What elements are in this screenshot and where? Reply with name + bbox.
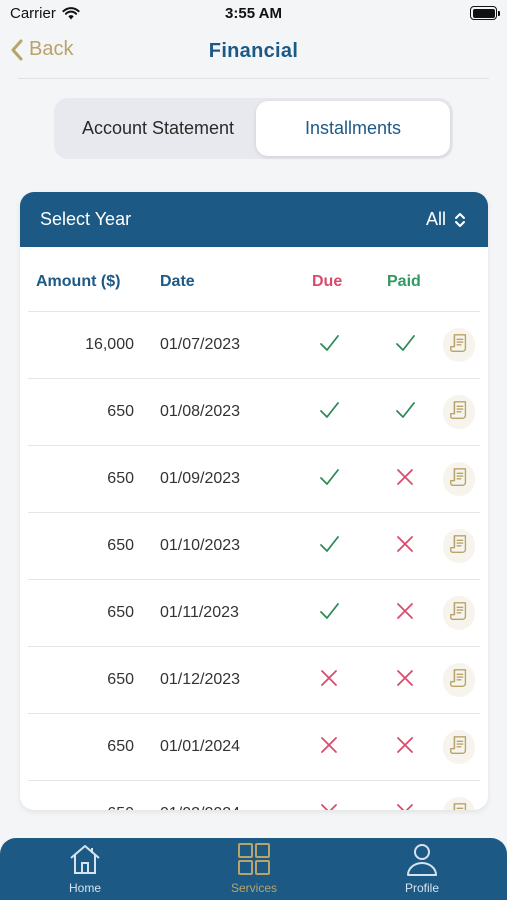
home-icon (70, 845, 100, 874)
chevron-up-down-icon (455, 212, 465, 227)
due-check-icon (318, 600, 340, 622)
installment-row: 650 01/08/2023 (28, 378, 480, 445)
segment-account-statement[interactable]: Account Statement (58, 101, 258, 156)
table-header: Amount ($) Date Due Paid (20, 247, 488, 311)
status-time: 3:55 AM (225, 5, 282, 22)
row-date: 01/02/2024 (160, 805, 240, 810)
receipt-icon (448, 667, 470, 694)
person-icon (407, 844, 437, 876)
nav-bar: Back Financial (0, 30, 507, 76)
row-date: 01/07/2023 (160, 336, 241, 353)
due-cross-icon (318, 801, 340, 810)
segmented-control: Account Statement Installments (54, 98, 453, 159)
row-amount: 650 (107, 403, 134, 420)
year-select[interactable]: All (426, 209, 466, 230)
receipt-icon (448, 466, 470, 493)
receipt-icon (448, 399, 470, 426)
installment-row: 650 01/11/2023 (28, 579, 480, 646)
page-title: Financial (208, 40, 299, 62)
tab-profile[interactable]: Profile (372, 842, 472, 895)
installment-row: 650 01/10/2023 (28, 512, 480, 579)
installment-row: 650 01/02/2024 (28, 780, 480, 810)
due-check-icon (318, 399, 340, 421)
row-date: 01/11/2023 (160, 604, 239, 621)
tab-services-label: Services (230, 881, 277, 895)
receipt-button[interactable] (443, 663, 475, 697)
battery-icon (470, 6, 500, 20)
header-paid: Paid (387, 273, 421, 290)
header-due: Due (312, 273, 343, 290)
due-cross-icon (318, 667, 340, 689)
row-amount: 650 (107, 604, 134, 621)
row-date: 01/10/2023 (160, 537, 241, 554)
installment-row: 650 01/09/2023 (28, 445, 480, 512)
receipt-icon (448, 332, 470, 359)
installment-row: 16,000 01/07/2023 (28, 311, 480, 378)
receipt-button[interactable] (443, 328, 475, 362)
installments-list: 16,000 01/07/2023 650 01/08/2023 650 01/09/20… (20, 311, 488, 810)
due-check-icon (318, 533, 340, 555)
paid-cross-icon (394, 667, 416, 689)
receipt-button[interactable] (443, 596, 475, 630)
status-bar: Carrier 3:55 AM (0, 0, 507, 28)
installment-row: 650 01/01/2024 (28, 713, 480, 780)
due-cross-icon (318, 734, 340, 756)
tab-services[interactable]: Services (204, 842, 304, 895)
row-amount: 650 (107, 537, 134, 554)
paid-cross-icon (394, 734, 416, 756)
row-date: 01/01/2024 (160, 738, 241, 755)
row-amount: 650 (107, 805, 134, 810)
row-amount: 16,000 (85, 336, 134, 353)
due-check-icon (318, 332, 340, 354)
paid-cross-icon (394, 801, 416, 810)
receipt-button[interactable] (443, 797, 475, 810)
paid-cross-icon (394, 466, 416, 488)
receipt-icon (448, 801, 470, 810)
year-filter-header: Select Year All (20, 192, 488, 247)
grid-icon (238, 843, 270, 875)
tab-home-label: Home (68, 881, 101, 895)
installment-row: 650 01/12/2023 (28, 646, 480, 713)
receipt-icon (448, 600, 470, 627)
select-year-label: Select Year (40, 209, 132, 229)
tab-home[interactable]: Home (35, 842, 135, 895)
receipt-button[interactable] (443, 395, 475, 429)
installments-card: Select Year All Amount ($) Date Due Paid… (20, 192, 488, 810)
row-amount: 650 (107, 738, 134, 755)
tab-bar: Home Services Profile (0, 838, 507, 900)
header-amount: Amount ($) (36, 273, 121, 290)
header-date: Date (160, 273, 195, 290)
row-date: 01/09/2023 (160, 470, 241, 487)
receipt-button[interactable] (443, 730, 475, 764)
row-amount: 650 (107, 470, 134, 487)
receipt-button[interactable] (443, 529, 475, 563)
receipt-icon (448, 533, 470, 560)
paid-cross-icon (394, 533, 416, 555)
tab-profile-label: Profile (404, 881, 439, 895)
row-date: 01/08/2023 (160, 403, 241, 420)
paid-cross-icon (394, 600, 416, 622)
paid-check-icon (394, 332, 416, 354)
nav-divider (18, 78, 489, 79)
year-select-value: All (425, 209, 446, 229)
receipt-icon (448, 734, 470, 761)
paid-check-icon (394, 399, 416, 421)
row-amount: 650 (107, 671, 134, 688)
segment-installments[interactable]: Installments (256, 101, 450, 156)
due-check-icon (318, 466, 340, 488)
row-date: 01/12/2023 (160, 671, 241, 688)
receipt-button[interactable] (443, 462, 475, 496)
